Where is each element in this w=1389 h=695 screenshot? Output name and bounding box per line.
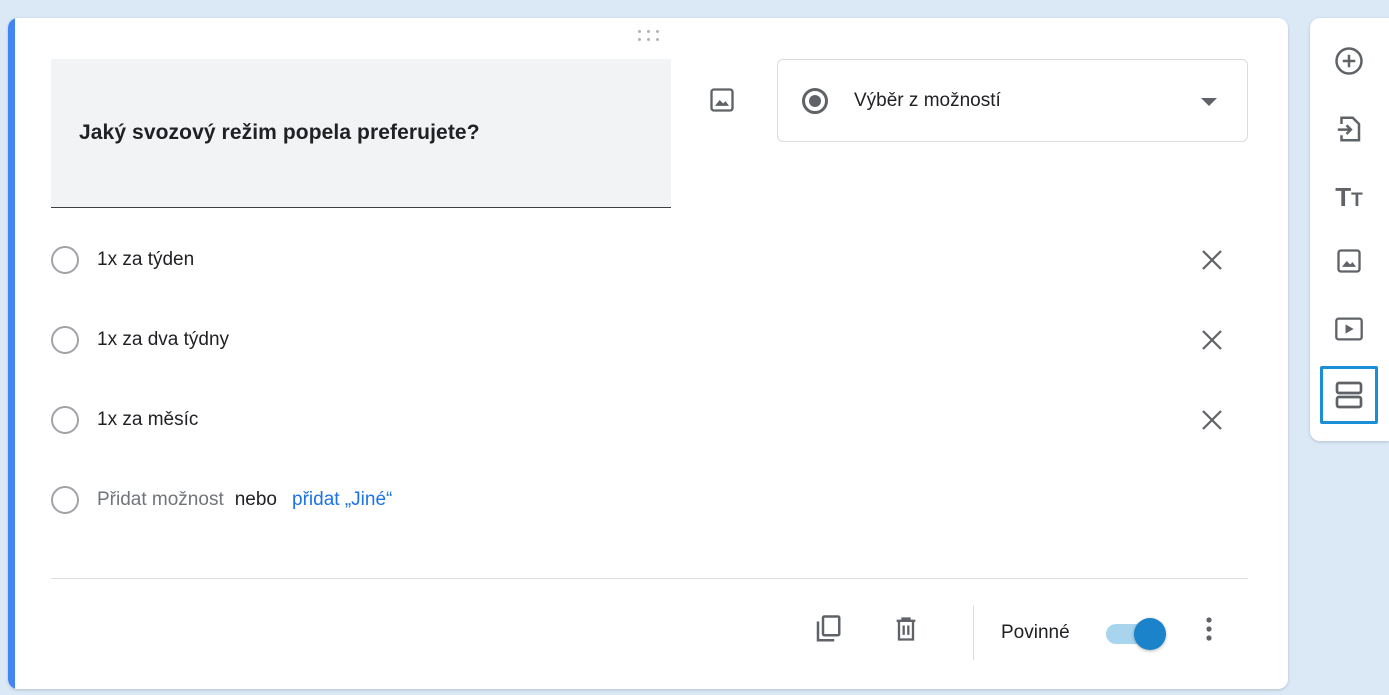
option-row[interactable]: 1x za dva týdny	[51, 320, 1251, 360]
delete-button[interactable]	[890, 613, 922, 645]
option-row[interactable]: 1x za měsíc	[51, 400, 1251, 440]
add-section-button[interactable]	[1320, 366, 1378, 424]
add-image-toolbar-button[interactable]	[1320, 232, 1378, 290]
remove-option-button[interactable]	[1196, 324, 1228, 356]
radio-unchecked-icon	[51, 406, 79, 434]
question-title-field[interactable]: Jaký svozový režim popela preferujete?	[51, 59, 671, 208]
add-option-row: Přidat možnost nebo přidat „Jiné“	[51, 480, 1251, 520]
footer-vertical-divider	[973, 606, 974, 660]
title-text-icon: TT	[1335, 182, 1363, 212]
add-circle-icon	[1335, 47, 1363, 75]
footer-divider	[51, 578, 1248, 579]
radio-unchecked-icon	[51, 486, 79, 514]
option-label[interactable]: 1x za dva týdny	[97, 329, 229, 351]
duplicate-button[interactable]	[812, 613, 844, 645]
option-label[interactable]: 1x za týden	[97, 249, 194, 271]
import-questions-button[interactable]	[1320, 100, 1378, 158]
remove-option-button[interactable]	[1196, 404, 1228, 436]
add-image-button[interactable]	[706, 84, 738, 116]
add-title-button[interactable]: TT	[1320, 168, 1378, 226]
image-icon	[1337, 249, 1361, 273]
card-accent-bar	[8, 18, 15, 689]
radio-unchecked-icon	[51, 246, 79, 274]
close-icon	[1202, 410, 1222, 430]
close-icon	[1202, 330, 1222, 350]
add-option-or-text: nebo	[234, 489, 278, 510]
question-card[interactable]: Jaký svozový režim popela preferujete? V…	[8, 18, 1288, 689]
question-type-dropdown[interactable]: Výběr z možností	[777, 59, 1248, 142]
add-other-link[interactable]: přidat „Jiné“	[292, 489, 392, 511]
video-icon	[1335, 317, 1363, 341]
dropdown-caret-icon	[1201, 98, 1217, 106]
remove-option-button[interactable]	[1196, 244, 1228, 276]
add-video-button[interactable]	[1320, 300, 1378, 358]
more-vert-icon	[1206, 617, 1212, 641]
more-options-button[interactable]	[1193, 613, 1225, 645]
side-toolbar: TT	[1310, 18, 1389, 441]
required-toggle[interactable]	[1104, 617, 1170, 650]
question-title: Jaký svozový režim popela preferujete?	[79, 121, 480, 144]
option-label[interactable]: 1x za měsíc	[97, 409, 198, 431]
trash-icon	[896, 617, 916, 641]
radio-unchecked-icon	[51, 326, 79, 354]
copy-icon	[816, 615, 841, 642]
image-icon	[710, 88, 734, 112]
add-option-input[interactable]: Přidat možnost	[97, 489, 224, 511]
question-type-label: Výběr z možností	[854, 89, 1001, 111]
section-icon	[1335, 381, 1363, 409]
import-icon	[1337, 116, 1361, 142]
toggle-thumb	[1134, 618, 1166, 650]
required-label: Povinné	[1001, 622, 1070, 643]
drag-handle-icon[interactable]	[636, 30, 662, 44]
add-question-button[interactable]	[1320, 32, 1378, 90]
close-icon	[1202, 250, 1222, 270]
option-row[interactable]: 1x za týden	[51, 240, 1251, 280]
radio-checked-icon	[802, 87, 828, 114]
